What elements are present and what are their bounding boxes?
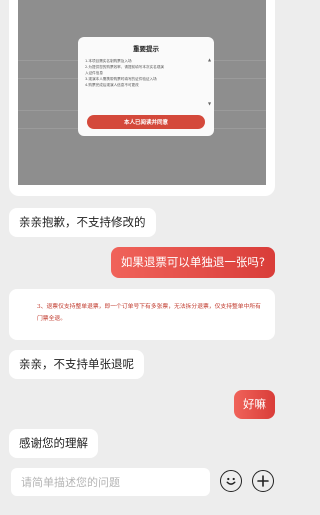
input-bar [0, 460, 284, 515]
more-button[interactable] [252, 470, 274, 492]
message-bubble-user[interactable]: 好嘛 [234, 390, 275, 419]
scroll-down-icon: ▼ [208, 101, 212, 106]
plus-icon [257, 475, 269, 487]
message-bubble-agent[interactable]: 亲亲，不支持单张退呢 [9, 350, 144, 379]
smile-icon [226, 477, 236, 485]
scroll-up-icon: ▲ [208, 57, 212, 62]
message-bubble-agent[interactable]: 亲亲抱歉，不支持修改的 [9, 208, 156, 237]
emoji-button[interactable] [220, 470, 242, 492]
modal-lines: 1.本项目需实名制购票及入场 2.为提供您的购票效率，请提前填写本次实名观演 入… [85, 58, 207, 88]
message-bubble-agent[interactable]: 感谢您的理解 [9, 429, 98, 458]
notice-modal: 重要提示 1.本项目需实名制购票及入场 2.为提供您的购票效率，请提前填写本次实… [78, 37, 214, 136]
message-bubble-user[interactable]: 如果退票可以单独退一张吗? [110, 247, 275, 278]
modal-scrollbar: ▲ ▼ [208, 57, 212, 106]
image-message[interactable]: 重要提示 1.本项目需实名制购票及入场 2.为提供您的购票效率，请提前填写本次实… [9, 0, 275, 196]
agree-button: 本人已阅读并同意 [87, 115, 205, 129]
policy-notice-message[interactable]: 3、退票仅支持整单退票，即一个订单号下有多张票，无法拆分退票，仅支持整单中所有门… [9, 289, 275, 340]
message-input[interactable] [11, 468, 210, 496]
modal-title: 重要提示 [133, 45, 159, 53]
policy-notice-text: 3、退票仅支持整单退票，即一个订单号下有多张票，无法拆分退票，仅支持整单中所有门… [37, 304, 261, 322]
modal-screenshot: 重要提示 1.本项目需实名制购票及入场 2.为提供您的购票效率，请提前填写本次实… [18, 0, 266, 185]
modal-line: 4.购票完成后观演人信息不可更改 [85, 83, 139, 87]
